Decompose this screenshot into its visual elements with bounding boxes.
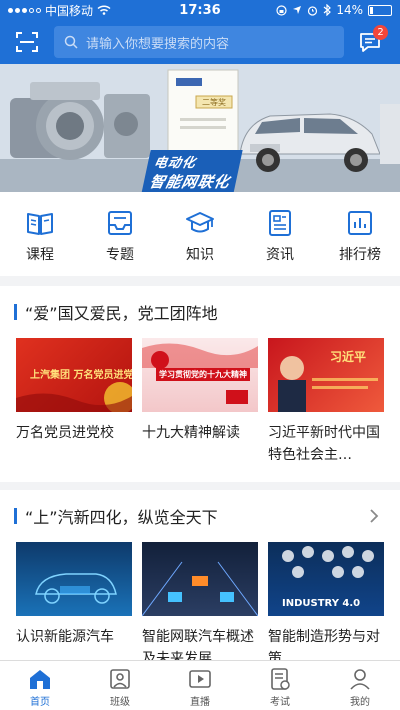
course-card[interactable]: INDUSTRY 4.0 智能制造形势与对策 <box>268 542 384 660</box>
course-title: 习近平新时代中国特色社会主… <box>268 425 380 463</box>
messages-button[interactable]: 2 <box>350 25 390 59</box>
tab-label: 班级 <box>110 697 130 708</box>
course-title: 认识新能源汽车 <box>16 629 114 645</box>
banner-caption: 电动化 智能网联化 <box>141 150 243 192</box>
tab-label: 直播 <box>190 697 210 708</box>
scan-button[interactable] <box>10 25 44 59</box>
status-bar: 中国移动 17:36 14% <box>0 0 400 20</box>
category-news[interactable]: 资讯 <box>240 192 320 276</box>
course-card[interactable]: 学习贯彻党的十九大精神 十九大精神解读 <box>142 338 258 466</box>
section-party: “爱”国又爱民，党工团阵地 上汽集团 万名党员进党校 万名党员进党校 学习贯彻党… <box>0 286 400 482</box>
app-header: 中国移动 17:36 14% 请输入你想要搜索的内容 2 <box>0 0 400 64</box>
course-card[interactable]: 认识新能源汽车 <box>16 542 132 660</box>
tab-label: 我的 <box>350 697 370 708</box>
category-label: 排行榜 <box>339 247 381 263</box>
course-thumbnail: INDUSTRY 4.0 <box>268 542 384 616</box>
tab-exam[interactable]: 考试 <box>240 661 320 710</box>
course-thumbnail <box>16 542 132 616</box>
live-icon <box>189 670 211 688</box>
tab-label: 考试 <box>270 697 290 708</box>
course-title: 万名党员进党校 <box>16 425 114 441</box>
section-accent-bar <box>14 508 17 524</box>
course-card[interactable]: 习近平 习近平新时代中国特色社会主… <box>268 338 384 466</box>
tray-icon <box>108 211 132 235</box>
category-grid: 课程 专题 知识 资讯 排行榜 <box>0 192 400 276</box>
section-header[interactable]: “上”汽新四化，纵览全天下 <box>0 490 400 542</box>
book-icon <box>27 213 53 235</box>
course-title: 智能网联汽车概述及未来发展 <box>142 629 254 660</box>
category-label: 知识 <box>186 247 214 263</box>
svg-text:二等奖: 二等奖 <box>202 97 226 107</box>
category-topics[interactable]: 专题 <box>80 192 160 276</box>
category-ranking[interactable]: 排行榜 <box>320 192 400 276</box>
course-thumbnail: 上汽集团 万名党员进党校 <box>16 338 132 412</box>
bar-chart-icon <box>348 211 372 235</box>
course-thumbnail: 学习贯彻党的十九大精神 <box>142 338 258 412</box>
chevron-right-icon[interactable] <box>366 508 382 524</box>
thumbnail-caption: 学习贯彻党的十九大精神 <box>156 368 250 381</box>
course-card[interactable]: 上汽集团 万名党员进党校 万名党员进党校 <box>16 338 132 466</box>
tab-home[interactable]: 首页 <box>0 661 80 710</box>
category-label: 资讯 <box>266 247 294 263</box>
document-icon <box>269 210 291 236</box>
thumbnail-caption: INDUSTRY 4.0 <box>282 598 361 609</box>
thumbnail-caption: 习近平 <box>330 350 367 364</box>
tab-live[interactable]: 直播 <box>160 661 240 710</box>
search-icon <box>64 35 78 49</box>
graduation-cap-icon <box>186 212 214 233</box>
section-accent-bar <box>14 304 17 320</box>
battery-icon <box>368 4 392 16</box>
section-four-modernizations: “上”汽新四化，纵览全天下 认识新能源汽车 智能网联汽车概述及未来发展 INDU… <box>0 490 400 660</box>
home-icon <box>30 670 50 689</box>
exam-icon <box>271 668 290 690</box>
promo-banner[interactable]: 二等奖 电动化 智能网联化 <box>0 64 400 192</box>
section-title: “上”汽新四化，纵览全天下 <box>25 508 218 527</box>
category-label: 专题 <box>106 247 134 263</box>
tab-class[interactable]: 班级 <box>80 661 160 710</box>
bottom-tab-bar: 首页 班级 直播 考试 我的 <box>0 660 400 710</box>
search-placeholder: 请输入你想要搜索的内容 <box>86 36 230 52</box>
course-thumbnail <box>142 542 258 616</box>
class-icon <box>110 669 130 689</box>
course-title: 十九大精神解读 <box>142 425 240 441</box>
course-title: 智能制造形势与对策 <box>268 629 380 660</box>
course-thumbnail: 习近平 <box>268 338 384 412</box>
category-knowledge[interactable]: 知识 <box>160 192 240 276</box>
banner-caption-line1: 电动化 <box>152 156 198 171</box>
status-time: 17:36 <box>179 2 221 18</box>
category-label: 课程 <box>26 247 54 263</box>
search-input[interactable]: 请输入你想要搜索的内容 <box>54 26 344 58</box>
user-icon <box>350 669 370 690</box>
course-card[interactable]: 智能网联汽车概述及未来发展 <box>142 542 258 660</box>
section-header: “爱”国又爱民，党工团阵地 <box>0 286 400 338</box>
messages-badge: 2 <box>373 25 388 40</box>
category-courses[interactable]: 课程 <box>0 192 80 276</box>
banner-caption-line2: 智能网联化 <box>147 173 232 191</box>
thumbnail-caption: 上汽集团 万名党员进党校 <box>30 370 132 381</box>
tab-profile[interactable]: 我的 <box>320 661 400 710</box>
tab-label: 首页 <box>30 697 50 708</box>
scan-icon <box>16 32 38 52</box>
section-title: “爱”国又爱民，党工团阵地 <box>25 304 218 323</box>
